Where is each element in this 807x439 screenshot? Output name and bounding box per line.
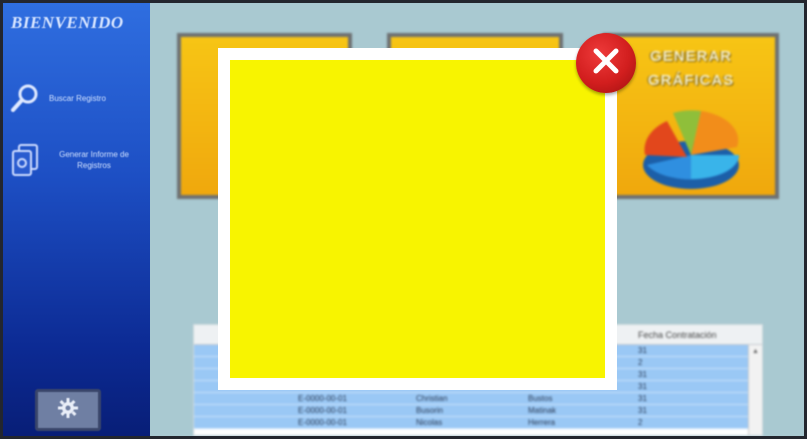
table-cell	[194, 405, 294, 416]
table-row[interactable]: E-0000-00-01 Nicolas Herrera 2	[194, 417, 762, 429]
document-icon	[9, 143, 41, 177]
gear-icon	[57, 397, 79, 424]
search-icon	[9, 81, 41, 115]
table-cell: E-0000-00-01	[298, 418, 347, 427]
table-cell: Nicolas	[416, 418, 443, 427]
app-window: BIENVENIDO Buscar Registro Generar Infor…	[0, 0, 807, 439]
table-row[interactable]: E-0000-00-01 Christian Bustos 31	[194, 393, 762, 405]
table-cell: 31	[638, 394, 647, 403]
table-cell: 31	[638, 370, 647, 379]
table-cell: Christian	[416, 394, 448, 403]
close-button[interactable]	[576, 33, 636, 93]
sidebar-item-search[interactable]: Buscar Registro	[9, 81, 106, 115]
table-cell: Busorin	[416, 406, 444, 415]
sidebar: BIENVENIDO Buscar Registro Generar Infor…	[3, 3, 150, 436]
table-cell: 2	[638, 358, 643, 367]
modal-panel	[230, 60, 605, 378]
sidebar-title: BIENVENIDO	[11, 13, 124, 32]
column-header-hire-date[interactable]: Fecha Contratación	[634, 325, 746, 344]
table-row[interactable]: E-0000-00-01 Busorin Matinak 31	[194, 405, 762, 417]
table-cell: Matinak	[528, 406, 557, 415]
table-cell: Bustos	[528, 394, 553, 403]
table-cell: 31	[638, 346, 647, 355]
table-cell: E-0000-00-01	[298, 406, 347, 415]
close-icon	[592, 47, 620, 80]
table-cell	[194, 417, 294, 428]
scroll-up-icon[interactable]: ▲	[749, 345, 762, 359]
table-cell	[194, 393, 294, 404]
table-cell: 2	[638, 418, 643, 427]
sidebar-item-report[interactable]: Generar Informe de Registros	[9, 143, 139, 177]
table-cell: E-0000-00-01	[298, 394, 347, 403]
table-cell: Herrera	[528, 418, 556, 427]
table-cell: 31	[638, 382, 647, 391]
sidebar-item-label: Generar Informe de Registros	[59, 150, 129, 170]
pie-chart-icon	[637, 99, 745, 199]
sidebar-item-label: Buscar Registro	[49, 93, 106, 103]
modal-dialog	[218, 48, 617, 390]
table-cell: 31	[638, 406, 647, 415]
table-scrollbar[interactable]: ▲	[748, 345, 762, 435]
settings-button[interactable]	[35, 389, 101, 431]
